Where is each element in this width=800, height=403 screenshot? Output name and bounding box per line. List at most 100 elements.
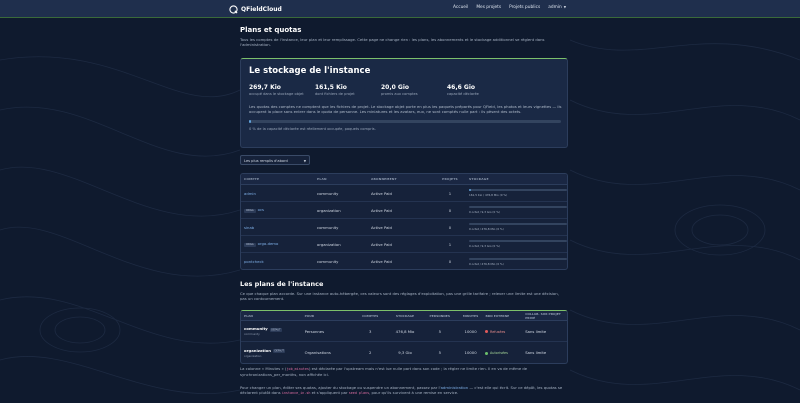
table-row: organization DÉFAUT organization Organisati… [241,342,567,363]
cell-compte: admin [241,191,317,196]
stat-capacity: 46,6 Gio capacité déclarée [447,84,513,96]
storage-description: Les quotas des comptes ne comptent que l… [249,104,562,114]
account-link[interactable]: admin [244,191,256,196]
storage-bar [469,206,567,208]
note-text: La colonne « Minutes » ( [240,366,287,371]
note-text: , pour qu'ils survivent à une remise en … [369,390,459,395]
cell-stockage: 0 octet / 476,8 Mio (0 %) [466,257,567,266]
status-dot-icon [485,351,489,355]
storage-text: 0 octet / 9,3 Gio (0 %) [469,210,500,214]
stat-value: 161,5 Kio [315,84,347,91]
col-header-stockage[interactable]: STOCKAGE [466,177,566,181]
page-title: Plans et quotas [240,26,302,34]
accounts-table-body: admin community Active Paid 1 161,5 Kio / 47… [241,185,567,269]
accounts-table: COMPTE PLAN ABONNEMENT PROJETS STOCKAGE … [240,173,568,270]
chevron-down-icon: ▼ [563,5,566,9]
cell-stockage: 0 octet / 476,8 Mio (0 %) [466,223,567,231]
top-navbar: QFieldCloud Accueil Mes projets Projets … [0,0,800,18]
col-header-bdd-externe: BDD EXTERNE [485,313,510,318]
cell-compte: sinab [241,225,317,230]
cell-projets: 1 [448,241,452,247]
stat-project-files: 161,5 Kio dont fichiers de projet [315,84,381,96]
orga-tag: ORGA [244,208,256,213]
cell-abonnement: Active Paid [371,259,392,264]
col-header-personnes: PERSONNES [429,313,451,318]
account-link[interactable]: pontcheck [244,259,264,264]
note-code: job_minutes [286,367,309,371]
plans-table: PLAN POUR COMPTES STOCKAGE PERSONNES MIN… [240,310,568,364]
storage-progress-fill [249,120,251,123]
storage-text: 0 octet / 476,8 Mio (0 %) [469,261,504,266]
cell-compte: pontcheck [241,259,317,264]
cell-projets: 0 [448,207,452,213]
col-header-plan[interactable]: PLAN [317,177,371,181]
cell-stockage: 9,3 Gio [398,350,412,355]
cell-projets: 0 [448,224,452,230]
storage-progress-bar [249,120,561,123]
orga-tag: ORGA [244,242,256,247]
cell-bdd-externe: Autorisées [485,350,525,355]
cell-plan: organization [317,241,341,247]
stat-value: 20,0 Gio [381,84,409,91]
cell-plan: community [317,224,339,230]
col-header-projets[interactable]: PROJETS [434,177,466,181]
storage-bar [469,189,567,191]
col-header-collab: COLLAB. SUR PROJET PRIVÉ [525,311,561,320]
stat-value: 269,7 Kio [249,84,281,91]
col-header-pour: POUR [304,313,315,318]
nav-link-accueil[interactable]: Accueil [453,5,468,10]
col-header-compte[interactable]: COMPTE [241,177,317,181]
col-header-comptes: COMPTES [362,313,379,318]
note-text: et s'appliquent par [310,390,349,395]
brand[interactable]: QFieldCloud [229,4,282,14]
cell-projets: 1 [448,190,452,196]
cell-plan: community [317,190,339,196]
storage-card: Le stockage de l'instance 269,7 Kio occu… [240,58,568,148]
cell-plan: community [317,259,339,264]
cell-minutes: 10000 [464,328,477,334]
cell-stockage: 161,5 Kio / 476,8 Mio (0 %) [466,189,567,197]
storage-bar-fill [469,189,471,191]
nav-link-projets-publics[interactable]: Projets publics [509,5,540,10]
account-link[interactable]: orga-demo [258,241,279,246]
brand-name: QFieldCloud [241,5,282,13]
page-intro: Tous les comptes de l'instance, leur pla… [240,37,545,47]
plans-table-body: community DÉFAUT community Personnes 3 476,8 … [241,321,567,363]
plan-name: organization [244,347,271,353]
default-badge: DÉFAUT [269,327,283,332]
stat-label: occupé dans le stockage objet [249,92,304,96]
ext-status: Autorisées [489,351,508,355]
storage-text: 161,5 Kio / 476,8 Mio (0 %) [469,193,508,197]
nav-link-mes-projets[interactable]: Mes projets [476,5,501,10]
table-row: ORGA ocs organization Active Paid 0 0 octet /… [241,202,567,219]
stat-value: 46,6 Gio [447,84,475,91]
account-link[interactable]: sinab [244,225,254,230]
sort-select[interactable]: Les plus remplis d'abord ▼ [240,155,310,165]
table-row: pontcheck community Active Paid 0 0 octet / … [241,253,567,269]
ext-status: Refusées [489,329,506,334]
cell-abonnement: Active Paid [371,224,392,230]
user-name: admin [548,5,562,10]
cell-compte: ORGA ocs [241,207,317,213]
chevron-down-icon: ▼ [303,158,306,163]
cell-plan: community DÉFAUT community [241,326,305,336]
col-header-plan: PLAN [244,313,253,318]
storage-text: 0 octet / 9,3 Gio (0 %) [469,244,500,248]
cell-stockage: 0 octet / 9,3 Gio (0 %) [466,240,567,248]
cell-collab: Sans limite [525,328,547,334]
account-link[interactable]: ocs [258,207,264,212]
plan-name: community [244,326,268,331]
default-badge: DÉFAUT [272,349,286,353]
plans-title: Les plans de l'instance [240,280,324,288]
user-menu[interactable]: admin ▼ [548,5,566,10]
note-code: instance_in.sh [281,391,311,395]
stat-label: dont fichiers de projet [315,92,355,96]
note-code: seed plans [348,391,370,395]
col-header-abonnement[interactable]: ABONNEMENT [371,177,434,181]
nav-links: Accueil Mes projets Projets publics admi… [453,5,566,10]
cell-abonnement: Active Paid [371,241,392,247]
storage-bar [469,257,567,260]
cell-projets: 0 [448,259,452,264]
cell-plan: organization [317,207,341,213]
stat-label: promis aux comptes [381,92,418,96]
